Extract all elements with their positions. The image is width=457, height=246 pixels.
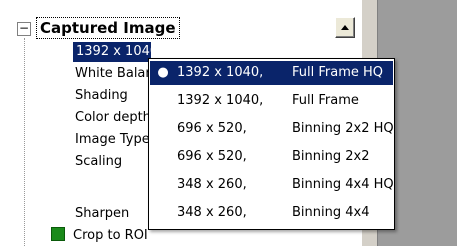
tree-item-resolution[interactable]: 1392 x 1040, Full Frame HQ [73,42,151,62]
option-resolution: 348 x 260, [177,177,247,192]
dropdown-arrow-button[interactable] [335,17,355,38]
tree-item-white-balance[interactable]: White Balance [75,64,148,84]
dropdown-option[interactable]: ● 1392 x 1040, Full Frame HQ [150,61,393,85]
option-resolution: 1392 x 1040, [177,93,264,108]
dropdown-option[interactable]: 1392 x 1040, Full Frame [150,89,393,113]
option-resolution: 696 x 520, [177,149,247,164]
dropdown-option[interactable]: 696 x 520, Binning 2x2 HQ [150,117,394,141]
arrow-up-icon [341,25,349,30]
resolution-dropdown-list[interactable]: ● 1392 x 1040, Full Frame HQ 1392 x 1040… [148,58,395,230]
dropdown-option[interactable]: 696 x 520, Binning 2x2 [150,145,393,169]
option-mode: Binning 4x4 HQ [292,177,394,192]
tree-item-sharpen[interactable]: Sharpen [75,204,148,224]
tree-item-shading[interactable]: Shading [75,86,148,106]
group-label-captured-image[interactable]: Captured Image [36,17,180,39]
option-mode: Binning 4x4 [292,205,370,220]
collapse-toggle-icon[interactable]: − [17,22,31,36]
option-mode: Full Frame [292,93,359,108]
option-resolution: 1392 x 1040, [177,65,264,80]
option-mode: Full Frame HQ [292,65,384,80]
tree-item-scaling[interactable]: Scaling [75,152,148,172]
tree-item-color-depth[interactable]: Color depth [75,108,148,128]
crop-label: Crop to ROI [73,228,148,243]
selected-bullet-icon: ● [157,65,169,80]
tree-item-crop-to-roi[interactable]: Crop to ROI [51,226,148,246]
tree-guide-line [24,38,25,246]
option-resolution: 348 x 260, [177,205,247,220]
option-mode: Binning 2x2 HQ [292,121,394,136]
dropdown-option[interactable]: 348 x 260, Binning 4x4 HQ [150,173,394,197]
crop-checkbox-icon[interactable] [51,227,65,241]
tree-item-image-type[interactable]: Image Type [75,130,148,150]
option-mode: Binning 2x2 [292,149,370,164]
dropdown-option[interactable]: 348 x 260, Binning 4x4 [150,201,393,225]
option-resolution: 696 x 520, [177,121,247,136]
